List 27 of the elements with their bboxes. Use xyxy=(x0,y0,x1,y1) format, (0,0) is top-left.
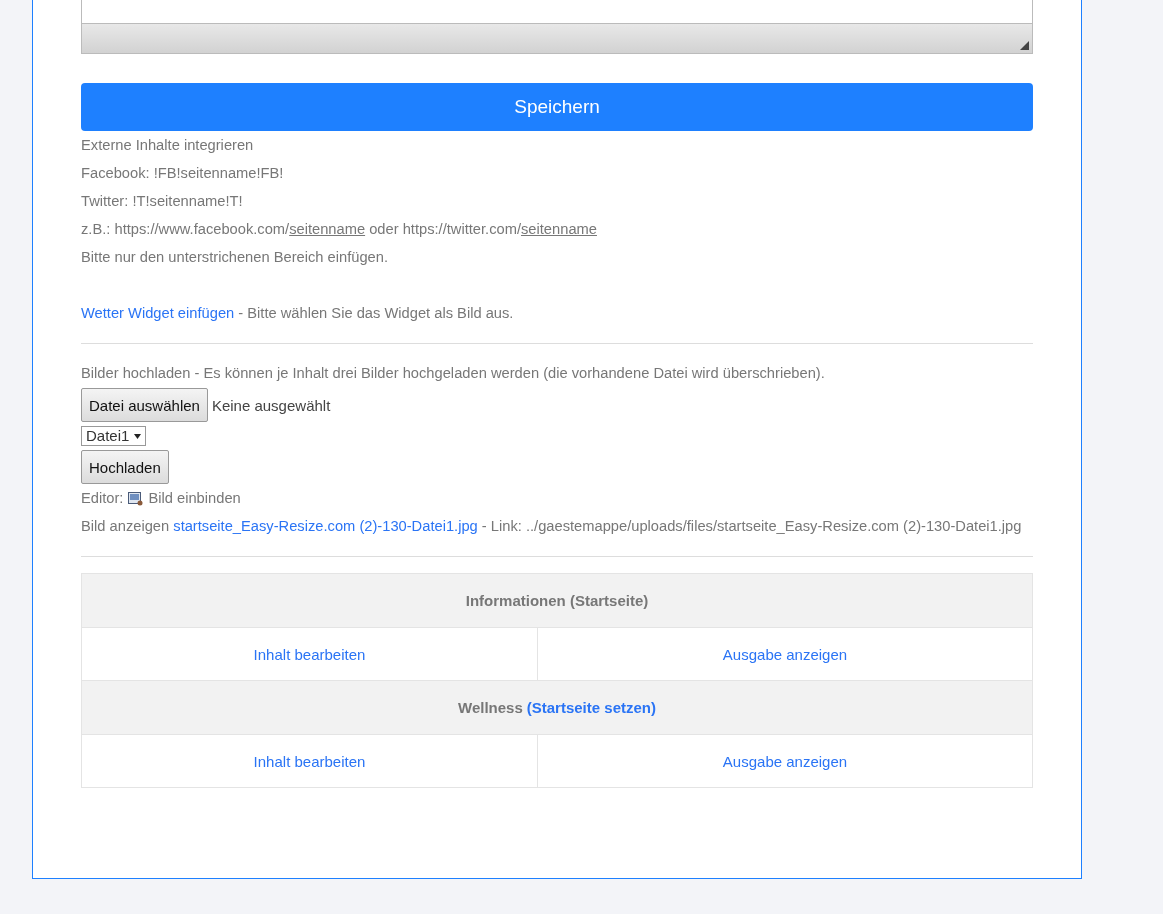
file-slot-select[interactable]: Datei1 xyxy=(81,426,147,446)
facebook-syntax: Facebook: !FB!seitenname!FB! xyxy=(81,164,285,183)
example-urls: z.B.: https://www.facebook.com/seitenname oder https://twitter.com/seitenname xyxy=(81,220,598,239)
resize-grip-icon[interactable] xyxy=(1020,41,1029,50)
section-heading: Externe Inhalte integrieren xyxy=(81,136,255,155)
save-button[interactable]: Speichern xyxy=(81,83,1033,131)
page-title: Wellness xyxy=(458,699,523,716)
weather-hint: - Bitte wählen Sie das Widget als Bild aus. xyxy=(237,305,514,321)
no-file-label: Keine ausgewählt xyxy=(211,396,331,414)
page-action-link[interactable]: Inhalt bearbeiten xyxy=(253,752,366,770)
page-action-link[interactable]: Inhalt bearbeiten xyxy=(253,645,366,663)
choose-file-button[interactable]: Datei auswählen xyxy=(81,388,208,422)
image-file-link[interactable]: startseite_Easy-Resize.com (2)-130-Datei1.jpg xyxy=(173,518,478,534)
editor-label: Editor: xyxy=(81,489,124,508)
image-link-info: Bild anzeigen startseite_Easy-Resize.com (2)-130-Datei1.jpg - Link: ../gaestemappe/uploads/files/startseite_Easy-Resize.com (2)-130-Datei1.jpg xyxy=(81,517,1023,536)
page-title: Informationen (Startseite) xyxy=(465,592,649,609)
hint-text: Bitte nur den unterstrichenen Bereich einfügen. xyxy=(81,248,389,267)
page-action-link[interactable]: Ausgabe anzeigen xyxy=(722,752,848,770)
dropdown-caret-icon xyxy=(134,433,142,439)
set-startpage-link[interactable]: (Startseite setzen) xyxy=(526,699,656,716)
image-icon[interactable] xyxy=(128,490,144,506)
weather-widget-link[interactable]: Wetter Widget einfügen xyxy=(81,305,235,321)
page-action-link[interactable]: Ausgabe anzeigen xyxy=(722,645,848,663)
insert-image-label[interactable]: Bild einbinden xyxy=(148,484,241,512)
upload-button[interactable]: Hochladen xyxy=(81,450,169,484)
twitter-syntax: Twitter: !T!seitenname!T! xyxy=(81,192,244,211)
upload-intro: Bilder hochladen - Es können je Inhalt drei Bilder hochgeladen werden (die vorhandene Datei wird überschrieben). xyxy=(81,364,826,383)
